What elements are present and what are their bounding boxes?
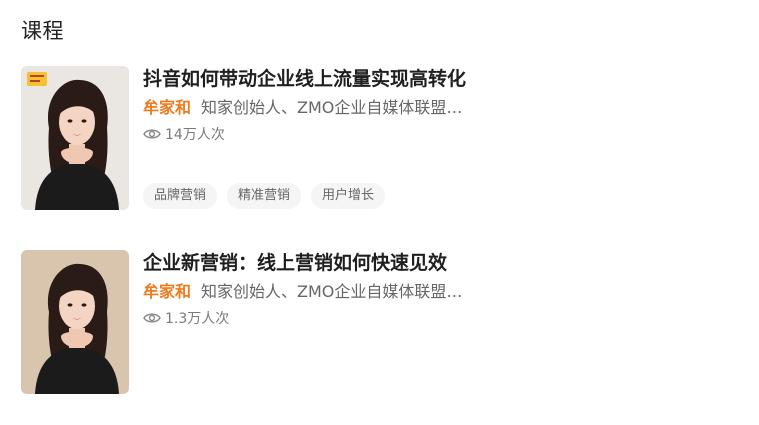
tag[interactable]: 用户增长 (311, 183, 386, 209)
author-description: 知家创始人、ZMO企业自媒体联盟… (201, 98, 463, 117)
view-count-text: 14万人次 (165, 127, 225, 143)
eye-icon (143, 313, 161, 323)
author-name[interactable]: 牟家和 (143, 98, 191, 117)
presenter-portrait (21, 250, 129, 394)
course-thumbnail[interactable] (21, 66, 129, 210)
author-description: 知家创始人、ZMO企业自媒体联盟… (201, 282, 463, 301)
section-title: 课程 (21, 19, 64, 43)
course-title[interactable]: 抖音如何带动企业线上流量实现高转化 (143, 66, 466, 92)
tag-list: 品牌营销 精准营销 用户增长 (143, 183, 395, 209)
course-thumbnail[interactable] (21, 250, 129, 394)
tag[interactable]: 精准营销 (227, 183, 302, 209)
presenter-portrait (21, 66, 129, 210)
course-title[interactable]: 企业新营销：线上营销如何快速见效 (143, 250, 447, 276)
author-row: 牟家和 知家创始人、ZMO企业自媒体联盟… (143, 97, 462, 119)
eye-icon (143, 129, 161, 139)
course-card[interactable]: 抖音如何带动企业线上流量实现高转化 牟家和 知家创始人、ZMO企业自媒体联盟… 1… (21, 66, 741, 211)
view-count-text: 1.3万人次 (165, 311, 230, 327)
tag[interactable]: 品牌营销 (143, 183, 218, 209)
course-card[interactable]: 企业新营销：线上营销如何快速见效 牟家和 知家创始人、ZMO企业自媒体联盟… 1.… (21, 250, 741, 395)
author-row: 牟家和 知家创始人、ZMO企业自媒体联盟… (143, 281, 462, 303)
view-count: 14万人次 (143, 124, 225, 144)
view-count: 1.3万人次 (143, 308, 229, 328)
author-name[interactable]: 牟家和 (143, 282, 191, 301)
